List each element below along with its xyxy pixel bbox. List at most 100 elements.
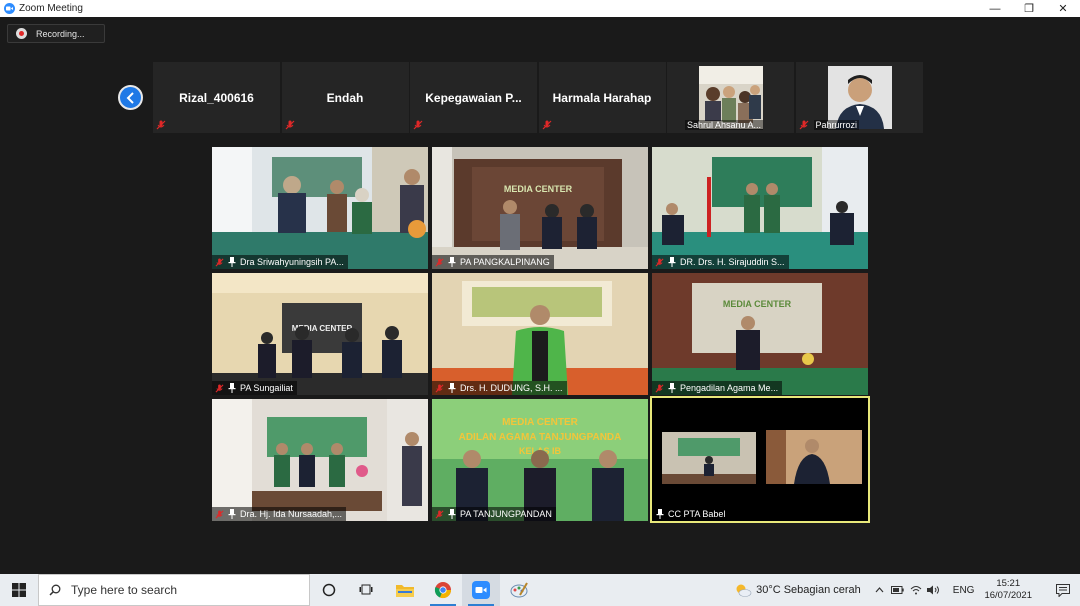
video-tile[interactable]: MEDIA CENTER PA PANGKALPINANG: [432, 147, 648, 269]
muted-mic-icon: [215, 383, 224, 392]
tile-label: PA Sungailiat: [212, 381, 297, 395]
muted-mic-icon: [655, 383, 664, 392]
participant-name: DR. Drs. H. Sirajuddin S...: [680, 257, 785, 267]
chevron-up-icon: [875, 587, 884, 593]
window-titlebar: Zoom Meeting — ❐ ✕: [0, 0, 1080, 17]
show-hidden-icons-button[interactable]: [871, 574, 889, 606]
notifications-button[interactable]: [1046, 574, 1080, 606]
participant-video: MEDIA CENTER: [432, 147, 648, 269]
muted-mic-icon: [215, 257, 224, 266]
participant-video: MEDIA CENTER: [652, 273, 868, 395]
minimize-button[interactable]: —: [978, 0, 1012, 17]
notification-icon: [1056, 583, 1070, 597]
muted-mic-icon: [435, 383, 444, 392]
tile-label: DR. Drs. H. Sirajuddin S...: [652, 255, 789, 269]
muted-mic-icon: [435, 257, 444, 266]
pin-icon: [668, 383, 676, 393]
gallery-grid: Dra Sriwahyuningsih PA... MEDIA CENTER P…: [212, 147, 870, 524]
meeting-area: Recording... Rizal_400616 Endah Kepegawa…: [0, 17, 1080, 574]
muted-mic-icon: [542, 120, 551, 130]
muted-mic-icon: [215, 509, 224, 518]
cortana-button[interactable]: [310, 574, 348, 606]
participant-name: Endah: [326, 90, 364, 105]
strip-tile[interactable]: Rizal_400616: [153, 62, 280, 133]
muted-mic-icon: [799, 120, 808, 130]
recording-indicator[interactable]: Recording...: [7, 24, 105, 43]
system-tray: 30°C Sebagian cerah ENG 15:21 16/07/2021: [734, 574, 1080, 606]
tile-label: Pengadilan Agama Me...: [652, 381, 783, 395]
close-button[interactable]: ✕: [1046, 0, 1080, 17]
clock-date: 16/07/2021: [984, 590, 1032, 601]
strip-tile[interactable]: Sahrul Ahsanu A...: [667, 62, 794, 133]
participant-name: CC PTA Babel: [668, 509, 726, 519]
participant-name: Dra Sriwahyuningsih PA...: [240, 257, 344, 267]
input-language[interactable]: ENG: [953, 585, 975, 596]
muted-mic-icon: [156, 120, 166, 130]
video-tile[interactable]: MEDIA CENTER PA Sungailiat: [212, 273, 428, 395]
taskbar: Type here to search 30°C Sebagian cerah: [0, 574, 1080, 606]
strip-tile[interactable]: Endah: [281, 62, 409, 133]
video-tile[interactable]: MEDIA CENTER ADILAN AGAMA TANJUNGPANDA K…: [432, 399, 648, 521]
participant-video: [432, 273, 648, 395]
tile-label: PA TANJUNGPANDAN: [432, 507, 556, 521]
pin-icon: [656, 509, 664, 519]
participant-video: [652, 398, 868, 521]
task-view-button[interactable]: [348, 574, 386, 606]
video-tile[interactable]: Dra Sriwahyuningsih PA...: [212, 147, 428, 269]
banner-line-1: MEDIA CENTER: [502, 417, 579, 428]
pin-icon: [228, 257, 236, 267]
strip-tile[interactable]: Kepegawaian P...: [410, 62, 537, 133]
chevron-left-icon: [126, 91, 134, 104]
pin-icon: [448, 383, 456, 393]
search-icon: [49, 584, 61, 596]
participant-strip: Rizal_400616 Endah Kepegawaian P... Harm…: [153, 62, 926, 133]
volume-button[interactable]: [925, 574, 943, 606]
folder-icon: [396, 585, 414, 597]
paint-app-button[interactable]: [500, 574, 538, 606]
chrome-button[interactable]: [424, 574, 462, 606]
taskbar-search[interactable]: Type here to search: [38, 574, 310, 606]
window-title: Zoom Meeting: [19, 3, 83, 14]
participant-video: [212, 399, 428, 521]
participant-name: PA PANGKALPINANG: [460, 257, 550, 267]
participant-video: [212, 147, 428, 269]
participant-name: Pengadilan Agama Me...: [680, 383, 779, 393]
banner-text: MEDIA CENTER: [504, 184, 573, 194]
participant-name: Dra. Hj. Ida Nursaadah,...: [240, 509, 343, 519]
previous-page-button[interactable]: [118, 85, 143, 110]
chrome-icon: [434, 582, 452, 599]
strip-tile[interactable]: Pahrurrozi: [795, 62, 923, 133]
participant-video: [652, 147, 868, 269]
clock-time: 15:21: [996, 578, 1021, 589]
muted-mic-icon: [413, 120, 423, 130]
participant-name: Drs. H. DUDUNG, S.H. ...: [460, 383, 563, 393]
wifi-icon: [910, 586, 922, 595]
active-speaker-tile[interactable]: CC PTA Babel: [650, 396, 870, 523]
banner-text: MEDIA CENTER: [723, 299, 792, 309]
clock[interactable]: 15:21 16/07/2021: [984, 578, 1032, 602]
network-button[interactable]: [907, 574, 925, 606]
file-explorer-button[interactable]: [386, 574, 424, 606]
muted-mic-icon: [655, 257, 664, 266]
maximize-button[interactable]: ❐: [1012, 0, 1046, 17]
video-tile[interactable]: DR. Drs. H. Sirajuddin S...: [652, 147, 868, 269]
zoom-taskbar-button[interactable]: [462, 574, 500, 606]
tile-label: Dra. Hj. Ida Nursaadah,...: [212, 507, 347, 521]
pin-icon: [228, 509, 236, 519]
strip-tile[interactable]: Harmala Harahap: [538, 62, 666, 133]
battery-button[interactable]: [889, 574, 907, 606]
tile-label: Drs. H. DUDUNG, S.H. ...: [432, 381, 567, 395]
participant-name: Rizal_400616: [179, 90, 254, 105]
video-tile[interactable]: Dra. Hj. Ida Nursaadah,...: [212, 399, 428, 521]
search-placeholder: Type here to search: [71, 583, 178, 597]
weather-text[interactable]: 30°C Sebagian cerah: [756, 584, 861, 596]
windows-logo-icon: [12, 583, 26, 597]
video-tile[interactable]: Drs. H. DUDUNG, S.H. ...: [432, 273, 648, 395]
video-tile[interactable]: MEDIA CENTER Pengadilan Agama Me...: [652, 273, 868, 395]
participant-name: Pahrurrozi: [813, 120, 860, 130]
weather-sun-cloud-icon[interactable]: [734, 583, 752, 597]
start-button[interactable]: [0, 574, 38, 606]
recording-label: Recording...: [36, 28, 85, 39]
pin-icon: [448, 509, 456, 519]
participant-name: Sahrul Ahsanu A...: [685, 120, 764, 130]
